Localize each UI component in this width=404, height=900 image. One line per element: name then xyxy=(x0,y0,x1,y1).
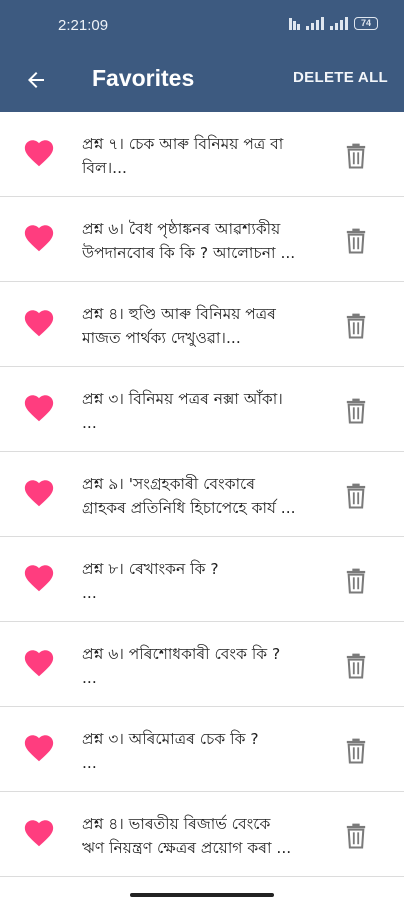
item-preview-line: গ্ৰাহকৰ প্ৰতিনিধি হিচাপেহে কাৰ্য ... xyxy=(82,499,296,517)
item-preview-line: বিল।... xyxy=(82,159,127,177)
app-bar: 2:21:09 74 Favorites DELETE ALL xyxy=(0,0,404,112)
item-text: প্ৰশ্ন ৮। ৰেখাংকন কি ?... xyxy=(82,557,322,605)
delete-all-button[interactable]: DELETE ALL xyxy=(293,69,388,86)
status-icons: 74 xyxy=(289,16,378,30)
heart-icon[interactable] xyxy=(22,391,56,425)
item-preview-line: ... xyxy=(82,669,97,687)
trash-icon[interactable] xyxy=(345,398,367,424)
trash-icon[interactable] xyxy=(345,653,367,679)
heart-icon[interactable] xyxy=(22,731,56,765)
item-preview-line: ঋণ নিয়ন্ত্ৰণ ক্ষেত্ৰৰ প্ৰয়োগ কৰা ... xyxy=(82,839,292,857)
trash-icon[interactable] xyxy=(345,823,367,849)
home-indicator xyxy=(130,893,274,897)
favorites-list: প্ৰশ্ন ৭। চেক আৰু বিনিময় পত্ৰ বা বিল।...… xyxy=(0,112,404,877)
item-title-line: প্ৰশ্ন ৬। বৈধ পৃষ্ঠাঙ্কনৰ আৱশ্যকীয় xyxy=(82,220,281,238)
signal-icon xyxy=(306,16,324,30)
item-text: প্ৰশ্ন ৯। 'সংগ্ৰহকাৰী বেংকাৰে গ্ৰাহকৰ প্ৰ… xyxy=(82,472,322,520)
heart-icon[interactable] xyxy=(22,476,56,510)
list-item[interactable]: প্ৰশ্ন ৭। চেক আৰু বিনিময় পত্ৰ বা বিল।... xyxy=(0,112,404,197)
item-title-line: প্ৰশ্ন ৩। অৰিমোত্ৰৰ চেক কি ? xyxy=(82,730,259,748)
item-text: প্ৰশ্ন ৩। বিনিময় পত্ৰৰ নক্সা আঁকা।... xyxy=(82,387,322,435)
heart-icon[interactable] xyxy=(22,306,56,340)
signal-icon xyxy=(330,16,348,30)
list-item[interactable]: প্ৰশ্ন ৩। অৰিমোত্ৰৰ চেক কি ?... xyxy=(0,707,404,792)
trash-icon[interactable] xyxy=(345,313,367,339)
toolbar: Favorites DELETE ALL xyxy=(0,52,404,108)
item-text: প্ৰশ্ন ৩। অৰিমোত্ৰৰ চেক কি ?... xyxy=(82,727,322,775)
item-text: প্ৰশ্ন ৭। চেক আৰু বিনিময় পত্ৰ বা বিল।... xyxy=(82,132,322,180)
status-bar: 2:21:09 74 xyxy=(0,0,404,50)
battery-icon: 74 xyxy=(354,16,378,30)
item-text: প্ৰশ্ন ৬। পৰিশোধকাৰী বেংক কি ?... xyxy=(82,642,322,690)
item-title-line: প্ৰশ্ন ৬। পৰিশোধকাৰী বেংক কি ? xyxy=(82,645,281,663)
item-title-line: প্ৰশ্ন ৪। ভাৰতীয় ৰিজাৰ্ভ বেংকে xyxy=(82,815,271,833)
item-text: প্ৰশ্ন ৬। বৈধ পৃষ্ঠাঙ্কনৰ আৱশ্যকীয় উপদান… xyxy=(82,217,322,265)
list-item[interactable]: প্ৰশ্ন ৬। পৰিশোধকাৰী বেংক কি ?... xyxy=(0,622,404,707)
list-item[interactable]: প্ৰশ্ন ৮। ৰেখাংকন কি ?... xyxy=(0,537,404,622)
item-text: প্ৰশ্ন ৪। ভাৰতীয় ৰিজাৰ্ভ বেংকে ঋণ নিয়ন্… xyxy=(82,812,322,860)
list-item[interactable]: প্ৰশ্ন ৪। ভাৰতীয় ৰিজাৰ্ভ বেংকে ঋণ নিয়ন্… xyxy=(0,792,404,877)
arrow-left-icon xyxy=(28,72,44,88)
item-title-line: প্ৰশ্ন ৭। চেক আৰু বিনিময় পত্ৰ বা xyxy=(82,135,284,153)
heart-icon[interactable] xyxy=(22,221,56,255)
item-preview-line: উপদানবোৰ কি কি ? আলোচনা ... xyxy=(82,244,296,262)
item-preview-line: ... xyxy=(82,754,97,772)
heart-icon[interactable] xyxy=(22,646,56,680)
trash-icon[interactable] xyxy=(345,483,367,509)
trash-icon[interactable] xyxy=(345,738,367,764)
item-title-line: প্ৰশ্ন ৪। হুণ্ডি আৰু বিনিময় পত্ৰৰ xyxy=(82,305,276,323)
item-title-line: প্ৰশ্ন ৯। 'সংগ্ৰহকাৰী বেংকাৰে xyxy=(82,475,256,493)
data-icon xyxy=(289,16,300,30)
item-title-line: প্ৰশ্ন ৮। ৰেখাংকন কি ? xyxy=(82,560,219,578)
heart-icon[interactable] xyxy=(22,136,56,170)
status-time: 2:21:09 xyxy=(58,17,109,34)
item-preview-line: ... xyxy=(82,584,97,602)
item-preview-line: ... xyxy=(82,414,97,432)
trash-icon[interactable] xyxy=(345,568,367,594)
item-title-line: প্ৰশ্ন ৩। বিনিময় পত্ৰৰ নক্সা আঁকা। xyxy=(82,390,283,408)
list-item[interactable]: প্ৰশ্ন ৯। 'সংগ্ৰহকাৰী বেংকাৰে গ্ৰাহকৰ প্ৰ… xyxy=(0,452,404,537)
page-title: Favorites xyxy=(92,65,195,91)
heart-icon[interactable] xyxy=(22,816,56,850)
trash-icon[interactable] xyxy=(345,228,367,254)
list-item[interactable]: প্ৰশ্ন ৪। হুণ্ডি আৰু বিনিময় পত্ৰৰ মাজত প… xyxy=(0,282,404,367)
item-preview-line: মাজত পাৰ্থক্য দেখুওৱা।... xyxy=(82,329,241,347)
trash-icon[interactable] xyxy=(345,143,367,169)
list-item[interactable]: প্ৰশ্ন ৩। বিনিময় পত্ৰৰ নক্সা আঁকা।... xyxy=(0,367,404,452)
heart-icon[interactable] xyxy=(22,561,56,595)
list-item[interactable]: প্ৰশ্ন ৬। বৈধ পৃষ্ঠাঙ্কনৰ আৱশ্যকীয় উপদান… xyxy=(0,197,404,282)
item-text: প্ৰশ্ন ৪। হুণ্ডি আৰু বিনিময় পত্ৰৰ মাজত প… xyxy=(82,302,322,350)
back-button[interactable] xyxy=(18,62,54,98)
